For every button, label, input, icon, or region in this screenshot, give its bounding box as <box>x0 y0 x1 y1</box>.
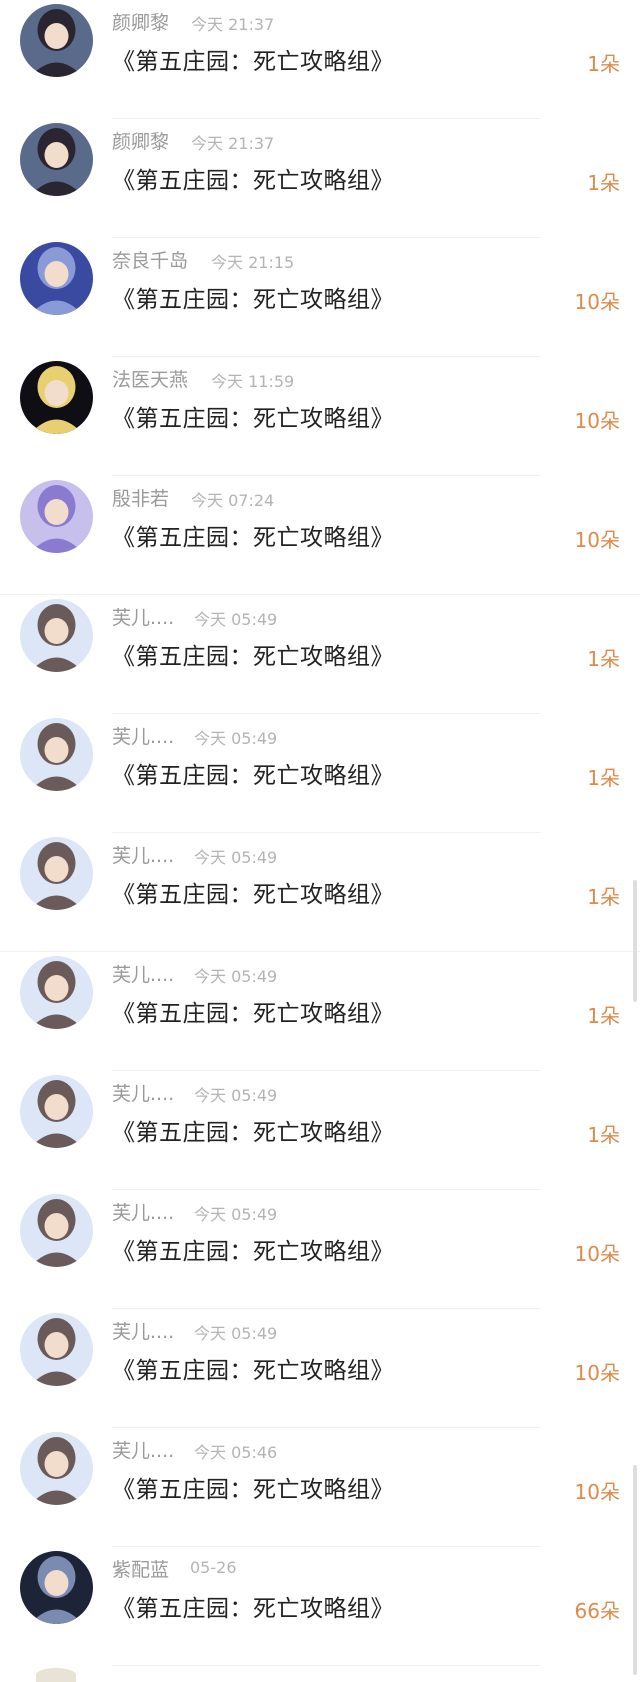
flower-count: 1朵 <box>587 1004 620 1028</box>
gift-record-row[interactable]: 奈良千岛 今天 21:15 《第五庄园：死亡攻略组》 10朵 <box>0 238 640 357</box>
flower-count: 1朵 <box>587 171 620 195</box>
partial-avatar-next-row <box>36 1668 76 1682</box>
blue-silhouette-avatar-icon[interactable] <box>20 242 93 315</box>
gift-record-row[interactable]: 芙儿.... 今天 05:49 《第五庄园：死亡攻略组》 10朵 <box>0 1309 640 1428</box>
flower-count: 10朵 <box>574 1480 620 1504</box>
gift-record-row[interactable]: 殷非若 今天 07:24 《第五庄园：死亡攻略组》 10朵 <box>0 476 640 595</box>
gift-record-row[interactable]: 芙儿.... 今天 05:49 《第五庄园：死亡攻略组》 1朵 <box>0 1071 640 1190</box>
user-name[interactable]: 芙儿.... <box>112 1436 174 1463</box>
flower-count: 1朵 <box>587 52 620 76</box>
user-name[interactable]: 颜卿黎 <box>112 127 169 154</box>
user-name[interactable]: 芙儿.... <box>112 1198 174 1225</box>
gift-time: 今天 05:49 <box>194 729 278 748</box>
book-title[interactable]: 《第五庄园：死亡攻略组》 <box>112 994 394 1028</box>
cat-ear-girl-avatar-icon[interactable] <box>20 1194 93 1267</box>
flower-count: 66朵 <box>574 1599 620 1623</box>
book-title[interactable]: 《第五庄园：死亡攻略组》 <box>112 756 394 790</box>
blonde-dark-avatar-icon[interactable] <box>20 361 93 434</box>
flower-count: 1朵 <box>587 885 620 909</box>
gift-time: 今天 05:49 <box>194 1205 278 1224</box>
row-divider <box>112 1665 540 1666</box>
gift-record-row[interactable]: 颜卿黎 今天 21:37 《第五庄园：死亡攻略组》 1朵 <box>0 0 640 119</box>
user-name[interactable]: 法医天燕 <box>112 365 188 392</box>
user-name[interactable]: 芙儿.... <box>112 722 174 749</box>
gift-record-row[interactable]: 芙儿.... 今天 05:49 《第五庄园：死亡攻略组》 1朵 <box>0 952 640 1071</box>
gift-record-row[interactable]: 芙儿.... 今天 05:49 《第五庄园：死亡攻略组》 1朵 <box>0 595 640 714</box>
flower-count: 10朵 <box>574 290 620 314</box>
flower-count: 10朵 <box>574 1361 620 1385</box>
book-title[interactable]: 《第五庄园：死亡攻略组》 <box>112 518 394 552</box>
gift-record-row[interactable]: 颜卿黎 今天 21:37 《第五庄园：死亡攻略组》 1朵 <box>0 119 640 238</box>
gift-time: 今天 05:49 <box>194 1324 278 1343</box>
gift-record-list: 颜卿黎 今天 21:37 《第五庄园：死亡攻略组》 1朵 颜卿黎 今天 21:37 《第五庄… <box>0 0 640 1666</box>
cat-ear-girl-avatar-icon[interactable] <box>20 956 93 1029</box>
gift-time: 今天 05:46 <box>194 1443 278 1462</box>
gift-time: 今天 05:49 <box>194 610 278 629</box>
book-title[interactable]: 《第五庄园：死亡攻略组》 <box>112 637 394 671</box>
gift-record-row[interactable]: 紫配蓝 05-26 《第五庄园：死亡攻略组》 66朵 <box>0 1547 640 1666</box>
gift-record-row[interactable]: 芙儿.... 今天 05:49 《第五庄园：死亡攻略组》 1朵 <box>0 714 640 833</box>
flower-count: 1朵 <box>587 1123 620 1147</box>
book-title[interactable]: 《第五庄园：死亡攻略组》 <box>112 399 394 433</box>
cat-ear-girl-avatar-icon[interactable] <box>20 837 93 910</box>
cat-ear-girl-avatar-icon[interactable] <box>20 1075 93 1148</box>
book-title[interactable]: 《第五庄园：死亡攻略组》 <box>112 1470 394 1504</box>
user-name[interactable]: 芙儿.... <box>112 960 174 987</box>
cat-ear-girl-avatar-icon[interactable] <box>20 599 93 672</box>
user-name[interactable]: 殷非若 <box>112 484 169 511</box>
dark-hair-girl-avatar-icon[interactable] <box>20 4 93 77</box>
user-name[interactable]: 芙儿.... <box>112 603 174 630</box>
gift-time: 05-26 <box>190 1558 237 1577</box>
gift-time: 今天 11:59 <box>211 372 295 391</box>
book-title[interactable]: 《第五庄园：死亡攻略组》 <box>112 1589 394 1623</box>
scrollbar-thumb-lower[interactable] <box>633 1465 637 1675</box>
gift-time: 今天 05:49 <box>194 967 278 986</box>
gift-time: 今天 05:49 <box>194 848 278 867</box>
book-title[interactable]: 《第五庄园：死亡攻略组》 <box>112 1113 394 1147</box>
gift-record-row[interactable]: 芙儿.... 今天 05:46 《第五庄园：死亡攻略组》 10朵 <box>0 1428 640 1547</box>
flower-count: 10朵 <box>574 528 620 552</box>
gift-record-row[interactable]: 法医天燕 今天 11:59 《第五庄园：死亡攻略组》 10朵 <box>0 357 640 476</box>
book-title[interactable]: 《第五庄园：死亡攻略组》 <box>112 42 394 76</box>
book-title[interactable]: 《第五庄园：死亡攻略组》 <box>112 1232 394 1266</box>
lavender-girl-avatar-icon[interactable] <box>20 480 93 553</box>
user-name[interactable]: 紫配蓝 <box>112 1555 169 1582</box>
user-name[interactable]: 颜卿黎 <box>112 8 169 35</box>
flower-count: 1朵 <box>587 766 620 790</box>
cat-ear-girl-avatar-icon[interactable] <box>20 1313 93 1386</box>
book-title[interactable]: 《第五庄园：死亡攻略组》 <box>112 875 394 909</box>
flower-count: 10朵 <box>574 1242 620 1266</box>
dark-hair-girl-avatar-icon[interactable] <box>20 123 93 196</box>
cat-ear-girl-avatar-icon[interactable] <box>20 718 93 791</box>
user-name[interactable]: 奈良千岛 <box>112 246 188 273</box>
book-title[interactable]: 《第五庄园：死亡攻略组》 <box>112 280 394 314</box>
user-name[interactable]: 芙儿.... <box>112 1317 174 1344</box>
gift-time: 今天 07:24 <box>191 491 275 510</box>
cat-ear-girl-avatar-icon[interactable] <box>20 1432 93 1505</box>
book-title[interactable]: 《第五庄园：死亡攻略组》 <box>112 1351 394 1385</box>
gift-time: 今天 21:15 <box>211 253 295 272</box>
flower-count: 10朵 <box>574 409 620 433</box>
user-name[interactable]: 芙儿.... <box>112 841 174 868</box>
scrollbar-thumb[interactable] <box>633 880 637 1002</box>
flower-count: 1朵 <box>587 647 620 671</box>
book-title[interactable]: 《第五庄园：死亡攻略组》 <box>112 161 394 195</box>
gift-time: 今天 21:37 <box>191 134 275 153</box>
gift-record-row[interactable]: 芙儿.... 今天 05:49 《第五庄园：死亡攻略组》 1朵 <box>0 833 640 952</box>
gift-record-row[interactable]: 芙儿.... 今天 05:49 《第五庄园：死亡攻略组》 10朵 <box>0 1190 640 1309</box>
user-name[interactable]: 芙儿.... <box>112 1079 174 1106</box>
dark-blue-girl-avatar-icon[interactable] <box>20 1551 93 1624</box>
gift-time: 今天 21:37 <box>191 15 275 34</box>
gift-time: 今天 05:49 <box>194 1086 278 1105</box>
